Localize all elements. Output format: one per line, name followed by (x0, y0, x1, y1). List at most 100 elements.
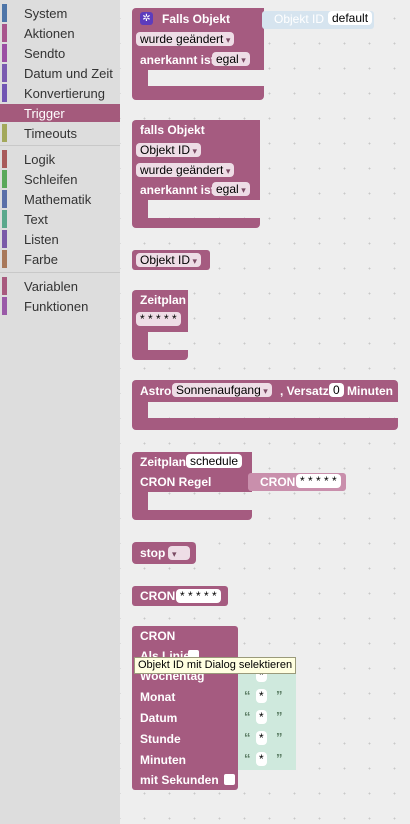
cron-value-block[interactable]: CRON * * * * * (130, 586, 230, 606)
block-title: Astro (140, 384, 172, 398)
category-label: Aktionen (24, 25, 75, 41)
category-color-bar (2, 297, 7, 315)
category-label: Datum und Zeit (24, 65, 113, 81)
category-logik[interactable]: Logik (2, 150, 120, 168)
row-label-minuten: Minuten (140, 753, 186, 767)
datum-field[interactable]: * (256, 710, 267, 724)
offset-label: , Versatz (280, 384, 329, 398)
category-label: Mathematik (24, 191, 92, 207)
ack-label: anerkannt ist (140, 53, 215, 67)
cron-value-field[interactable]: * * * * * (296, 474, 341, 488)
category-color-bar (2, 24, 7, 42)
objekt-id-block[interactable]: Objekt ID (130, 250, 212, 270)
block-title: Zeitplan (140, 293, 187, 307)
close-quote-icon: ” (276, 688, 283, 703)
stop-block[interactable]: stop (132, 542, 198, 564)
category-farbe[interactable]: Farbe (2, 250, 120, 268)
category-label: Variablen (24, 278, 78, 294)
block-title: Zeitplan (140, 455, 187, 469)
block-title: falls Objekt (140, 123, 205, 137)
zeitplan-value[interactable]: * * * * * (136, 312, 181, 326)
workspace[interactable]: ✲ Falls Objekt Objekt ID default wurde g… (120, 0, 410, 824)
category-color-bar (2, 170, 7, 188)
falls-objekt-block[interactable]: ✲ Falls Objekt Objekt ID default wurde g… (132, 8, 382, 103)
ack-label: anerkannt ist (140, 183, 215, 197)
category-variablen[interactable]: Variablen (2, 277, 120, 295)
category-konvertierung[interactable]: Konvertierung (2, 84, 120, 102)
category-timeouts[interactable]: Timeouts (2, 124, 120, 142)
block-body (132, 402, 148, 418)
close-quote-icon: ” (276, 709, 283, 724)
toolbox: System Aktionen Sendto Datum und Zeit Ko… (0, 0, 120, 824)
schedule-name-field[interactable]: schedule (186, 454, 243, 468)
zeitplan-block[interactable]: Zeitplan * * * * * (132, 290, 192, 362)
mutator-gear-icon[interactable]: ✲ (140, 12, 153, 25)
cron-label: CRON (260, 475, 296, 489)
cron-rule-label: CRON Regel (140, 475, 212, 489)
objekt-id-field[interactable]: default (328, 11, 373, 25)
block-body (132, 350, 188, 360)
changed-dropdown[interactable]: wurde geändert (136, 163, 235, 177)
stop-dropdown[interactable] (168, 546, 190, 560)
block-title: CRON (140, 629, 176, 643)
close-quote-icon: ” (276, 730, 283, 745)
row-label-datum: Datum (140, 711, 178, 725)
block-body (132, 86, 264, 100)
objekt-id-dropdown[interactable]: Objekt ID (136, 253, 202, 267)
seconds-checkbox[interactable] (224, 774, 235, 785)
astro-event-dropdown[interactable]: Sonnenaufgang (172, 383, 272, 397)
category-listen[interactable]: Listen (2, 230, 120, 248)
category-color-bar (2, 44, 7, 62)
category-label: System (24, 5, 68, 21)
monat-field[interactable]: * (256, 689, 267, 703)
category-color-bar (2, 230, 7, 248)
row-label-stunde: Stunde (140, 732, 181, 746)
cron-value-field[interactable]: * * * * * (176, 589, 221, 603)
unit-label: Minuten (347, 384, 393, 398)
category-label: Timeouts (24, 125, 77, 141)
zeitplan-cron-block[interactable]: Zeitplan schedule CRON Regel CRON * * * … (132, 452, 362, 522)
open-quote-icon: “ (244, 688, 251, 703)
changed-dropdown[interactable]: wurde geändert (136, 32, 235, 46)
block-body (132, 510, 252, 520)
category-system[interactable]: System (2, 4, 120, 22)
category-color-bar (2, 277, 7, 295)
open-quote-icon: “ (244, 730, 251, 745)
category-text[interactable]: Text (2, 210, 120, 228)
ack-dropdown[interactable]: egal (212, 52, 250, 66)
block-title: CRON (140, 589, 176, 603)
category-label: Funktionen (24, 298, 89, 314)
category-color-bar (2, 250, 7, 268)
cron-builder-block[interactable]: CRON Als Linie Wochentag “ * ” Monat “ *… (130, 626, 300, 792)
block-title: stop (140, 546, 166, 560)
category-aktionen[interactable]: Aktionen (2, 24, 120, 42)
category-color-bar (2, 210, 7, 228)
tooltip: Objekt ID mit Dialog selektieren (134, 657, 297, 674)
category-label: Sendto (24, 45, 66, 61)
ack-dropdown[interactable]: egal (212, 182, 250, 196)
category-color-bar (2, 64, 7, 82)
category-datum-und-zeit[interactable]: Datum und Zeit (2, 64, 120, 82)
open-quote-icon: “ (244, 751, 251, 766)
category-sendto[interactable]: Sendto (2, 44, 120, 62)
category-color-bar (2, 124, 7, 142)
category-label: Konvertierung (24, 85, 105, 101)
category-schleifen[interactable]: Schleifen (2, 170, 120, 188)
category-label: Schleifen (24, 171, 78, 187)
category-mathematik[interactable]: Mathematik (2, 190, 120, 208)
category-label: Trigger (24, 105, 65, 121)
category-funktionen[interactable]: Funktionen (2, 297, 120, 315)
category-label: Listen (24, 231, 59, 247)
falls-objekt-block-2[interactable]: falls Objekt Objekt ID wurde geändert an… (132, 120, 262, 230)
minuten-field[interactable]: * (256, 752, 267, 766)
block-title: Falls Objekt (162, 12, 231, 26)
block-body (132, 218, 260, 228)
objekt-id-label: Objekt ID (274, 12, 325, 26)
category-trigger[interactable]: Trigger (0, 104, 120, 122)
stunde-field[interactable]: * (256, 731, 267, 745)
astro-block[interactable]: Astro Sonnenaufgang , Versatz 0 Minuten (132, 380, 400, 432)
object-id-field[interactable]: Objekt ID (136, 143, 202, 157)
category-color-bar (2, 104, 7, 122)
toolbox-separator (0, 272, 120, 273)
offset-field[interactable]: 0 (329, 383, 344, 397)
